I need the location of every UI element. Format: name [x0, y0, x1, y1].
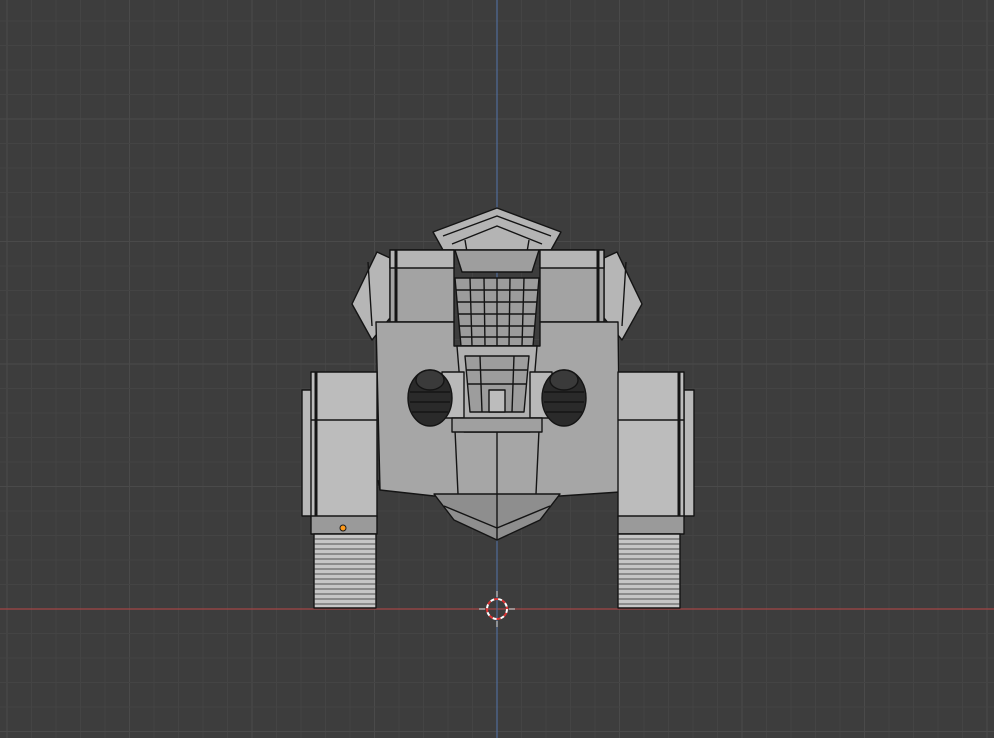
3d-viewport[interactable]: [0, 0, 994, 738]
central-grille: [454, 277, 540, 347]
right-track: [617, 533, 681, 609]
3d-cursor: [479, 591, 515, 627]
right-track-housing: [617, 371, 695, 535]
vehicle-mesh[interactable]: [0, 0, 994, 738]
left-drum: [407, 369, 453, 427]
left-track-housing: [301, 371, 378, 535]
front-plate: [441, 345, 553, 433]
object-origin-dot: [339, 524, 347, 532]
right-drum: [541, 369, 587, 427]
left-track: [313, 533, 377, 609]
